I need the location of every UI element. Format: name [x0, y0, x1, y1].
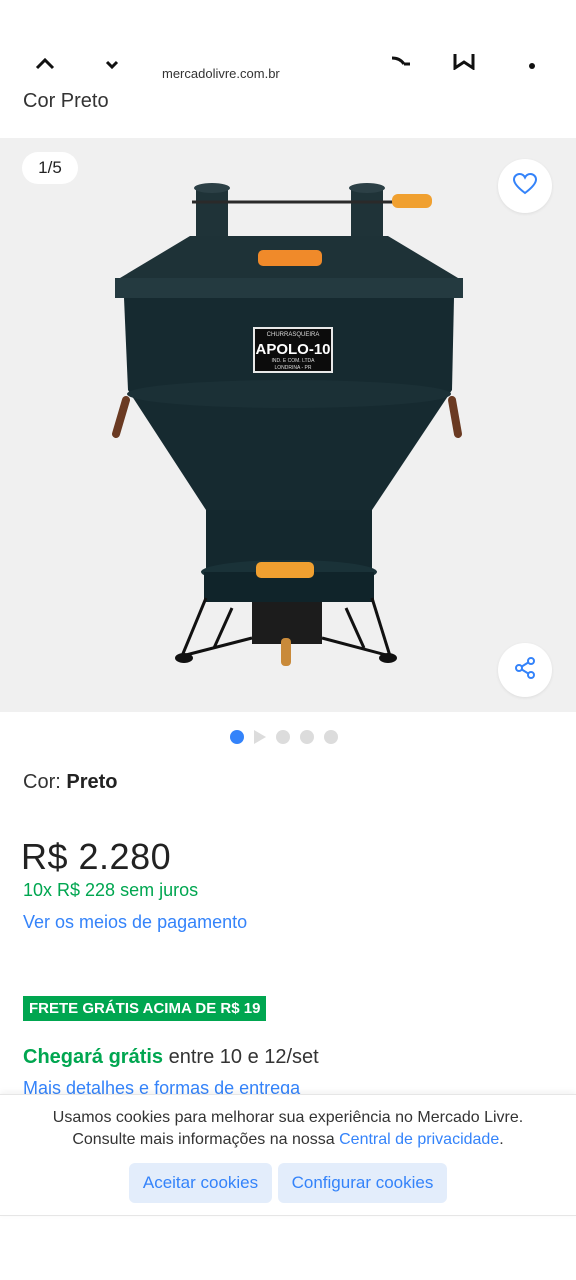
delivery-highlight: Chegará grátis: [23, 1046, 164, 1068]
delivery-info: Chegará grátis entre 10 e 12/set: [23, 1046, 319, 1069]
chevron-down-icon[interactable]: [104, 52, 120, 74]
privacy-center-link[interactable]: Central de privacidade: [339, 1131, 499, 1148]
more-icon[interactable]: [528, 52, 536, 74]
carousel-dot-1[interactable]: [230, 730, 244, 744]
color-label: Cor:: [23, 771, 61, 793]
cookie-line2-suffix: .: [499, 1131, 504, 1148]
product-image-gallery[interactable]: CHURRASQUEIRA APOLO-10 IND. E COM. LTDA …: [0, 138, 576, 712]
heart-icon: [512, 172, 538, 200]
cookie-banner: Usamos cookies para melhorar sua experiê…: [0, 1094, 576, 1216]
product-subtitle: Cor Preto: [23, 90, 109, 112]
label-line3: IND. E COM. LTDA: [272, 358, 316, 364]
payment-methods-link[interactable]: Ver os meios de pagamento: [23, 912, 247, 933]
cookie-message: Usamos cookies para melhorar sua experiê…: [0, 1107, 576, 1151]
cookie-line1: Usamos cookies para melhorar sua experiê…: [52, 1109, 524, 1126]
share-icon[interactable]: [390, 52, 412, 76]
favorite-button[interactable]: [498, 159, 552, 213]
cookie-line2: Consulte mais informações na nossa Centr…: [0, 1129, 576, 1151]
share-nodes-icon: [513, 656, 537, 685]
product-price: R$ 2.280: [21, 836, 172, 877]
configure-cookies-button[interactable]: Configurar cookies: [278, 1163, 447, 1203]
carousel-dot-4[interactable]: [300, 730, 314, 744]
cookie-line2-prefix: Consulte mais informações na nossa: [72, 1131, 340, 1148]
label-line4: LONDRINA - PR: [275, 365, 312, 371]
carousel-dot-3[interactable]: [276, 730, 290, 744]
free-shipping-badge: FRETE GRÁTIS ACIMA DE R$ 19: [23, 996, 267, 1021]
browser-top-bar: mercadolivre.com.br: [0, 0, 576, 88]
carousel-dots: [230, 729, 338, 745]
chevron-up-icon[interactable]: [34, 52, 56, 74]
product-image-grill: CHURRASQUEIRA APOLO-10 IND. E COM. LTDA …: [112, 183, 463, 666]
share-button[interactable]: [498, 643, 552, 697]
accept-cookies-button[interactable]: Aceitar cookies: [129, 1163, 272, 1203]
video-play-icon[interactable]: [254, 730, 266, 744]
color-selector[interactable]: Cor: Preto: [23, 771, 117, 794]
color-value: Preto: [66, 771, 118, 793]
label-line2: APOLO-10: [255, 341, 330, 358]
carousel-dot-5[interactable]: [324, 730, 338, 744]
bookmark-icon[interactable]: [452, 52, 476, 74]
delivery-dates: entre 10 e 12/set: [163, 1046, 319, 1068]
image-counter: 1/5: [22, 152, 78, 184]
installments-text: 10x R$ 228 sem juros: [23, 880, 199, 900]
url-text[interactable]: mercadolivre.com.br: [162, 66, 280, 81]
label-line1: CHURRASQUEIRA: [267, 332, 320, 338]
